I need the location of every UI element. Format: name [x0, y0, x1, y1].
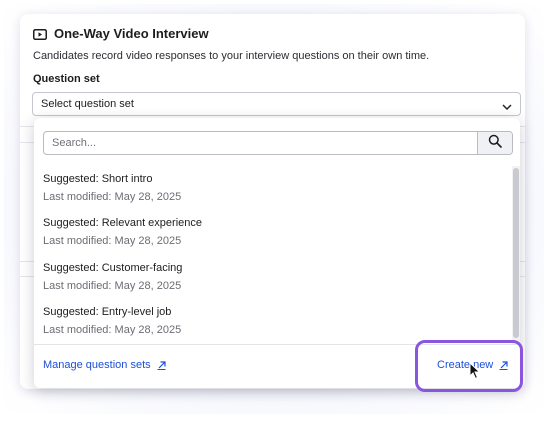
- option-name: Suggested: Customer-facing: [43, 262, 183, 274]
- scrollbar[interactable]: [512, 166, 520, 344]
- option-list: Suggested: Short intro Last modified: Ma…: [34, 166, 520, 344]
- manage-question-sets-link[interactable]: Manage question sets: [43, 359, 166, 371]
- question-set-label: Question set: [33, 73, 100, 85]
- search-input[interactable]: [44, 132, 477, 154]
- cursor-icon: [469, 361, 481, 380]
- option-modified: Last modified: May 28, 2025: [43, 324, 182, 336]
- panel-header: One-Way Video Interview: [33, 26, 209, 41]
- select-value: Select question set: [41, 98, 134, 110]
- panel-title: One-Way Video Interview: [54, 26, 209, 41]
- list-item[interactable]: Suggested: Relevant experience Last modi…: [43, 217, 202, 247]
- list-item[interactable]: Suggested: Short intro Last modified: Ma…: [43, 173, 181, 203]
- option-name: Suggested: Relevant experience: [43, 217, 202, 229]
- search-button[interactable]: [477, 132, 512, 154]
- manage-link-label: Manage question sets: [43, 359, 151, 371]
- scrollbar-thumb[interactable]: [513, 168, 519, 338]
- list-item[interactable]: Suggested: Entry-level job Last modified…: [43, 306, 181, 336]
- search-field: [43, 131, 513, 155]
- list-item[interactable]: Suggested: Customer-facing Last modified…: [43, 262, 182, 292]
- option-modified: Last modified: May 28, 2025: [43, 235, 182, 247]
- video-icon: [33, 28, 47, 40]
- option-modified: Last modified: May 28, 2025: [43, 191, 182, 203]
- search-icon: [488, 134, 502, 153]
- question-set-select[interactable]: Select question set: [32, 92, 521, 116]
- option-name: Suggested: Entry-level job: [43, 306, 172, 318]
- chevron-down-icon: [502, 101, 512, 110]
- external-link-icon: [157, 360, 166, 370]
- panel-description: Candidates record video responses to you…: [33, 50, 430, 62]
- option-name: Suggested: Short intro: [43, 173, 153, 185]
- option-modified: Last modified: May 28, 2025: [43, 280, 182, 292]
